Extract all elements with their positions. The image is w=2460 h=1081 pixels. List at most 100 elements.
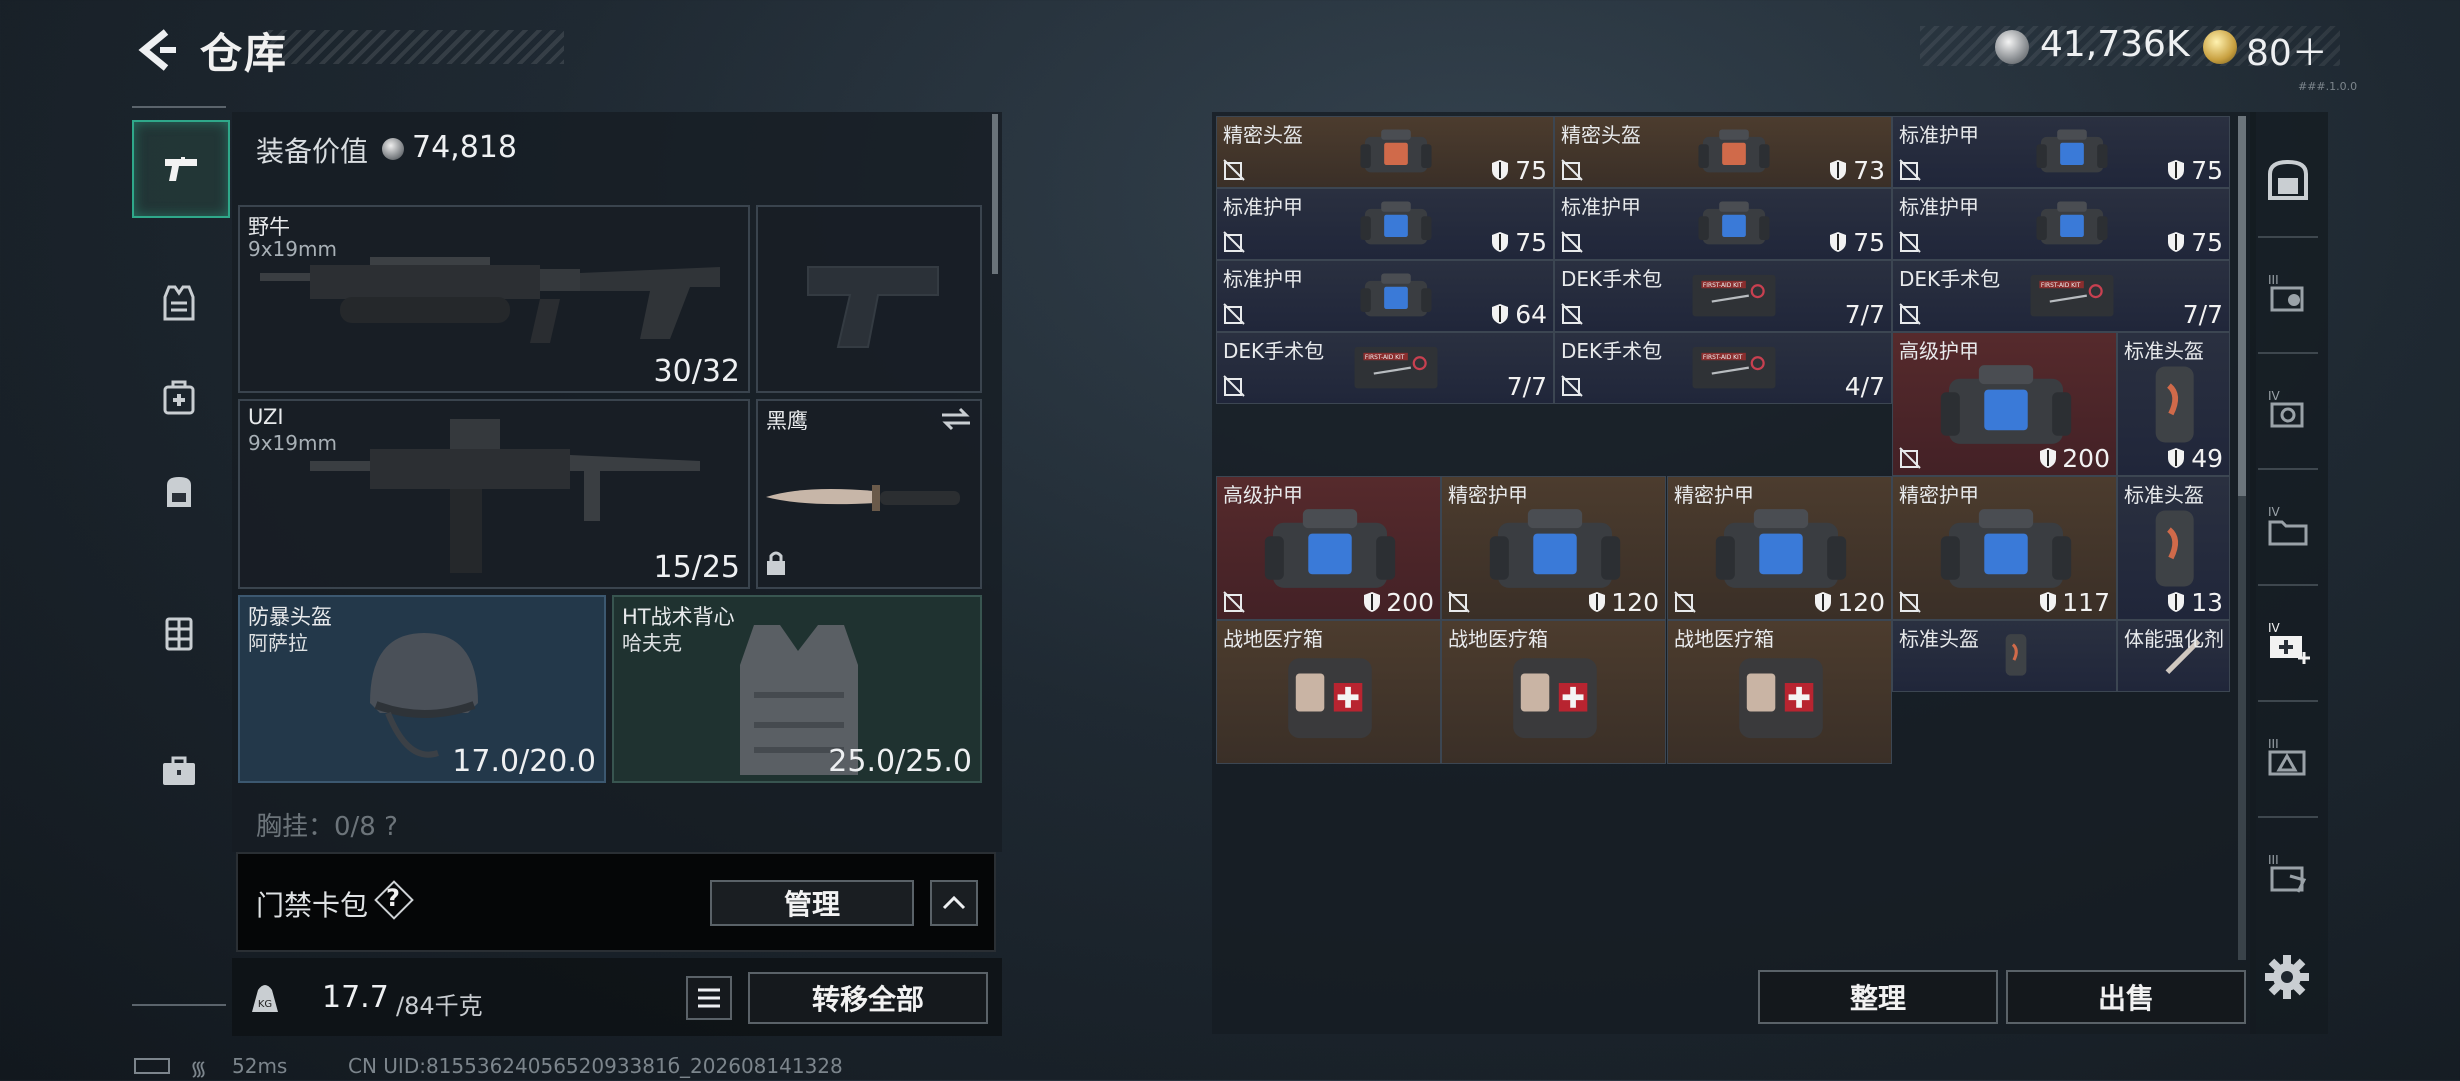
container-iv-icon: IV	[2268, 389, 2304, 428]
svg-text:FIRST-AID KIT: FIRST-AID KIT	[1365, 355, 1405, 361]
svg-text:KG: KG	[258, 999, 272, 1010]
stash-item[interactable]: 精密护甲 120	[1441, 476, 1666, 620]
stash-item[interactable]: 标准护甲 75	[1216, 188, 1554, 260]
stash-item-name: 标准护甲	[1899, 195, 1979, 219]
vest-durability: 25.0/25.0	[828, 744, 972, 779]
stash-item[interactable]: FIRST-AID KIT DEK手术包 4/7	[1554, 332, 1892, 404]
melee-slot[interactable]: 黑鹰	[756, 399, 982, 589]
stash-item[interactable]: FIRST-AID KIT DEK手术包 7/7	[1216, 332, 1554, 404]
tab-container-iv[interactable]: IV	[2252, 362, 2324, 458]
category-weapons[interactable]	[132, 120, 230, 218]
back-arrow-icon[interactable]	[132, 26, 180, 74]
no-drop-icon	[1223, 303, 1245, 325]
stash-item[interactable]: 体能强化剂	[2117, 620, 2230, 692]
ping-text: 52ms	[232, 1054, 288, 1078]
stash-item[interactable]: 战地医疗箱	[1216, 620, 1441, 764]
gold-amount[interactable]: 80＋	[2246, 24, 2328, 76]
category-case[interactable]	[132, 724, 226, 818]
gold-coin-icon	[2203, 30, 2237, 64]
no-drop-icon	[1899, 447, 1921, 469]
stash-item-value: 117	[2062, 588, 2110, 617]
stash-grid[interactable]: 精密头盔 75 精密头盔 73 标准护甲 75 标准护甲 75 标准护甲 75 标准护甲 75 标准护甲…	[1216, 116, 2230, 960]
weapon-ammo-count: 15/25	[653, 550, 740, 585]
stash-item-value: 75	[1515, 156, 1547, 185]
help-icon[interactable]: ?	[386, 884, 400, 912]
settings-gear-icon[interactable]	[2262, 952, 2312, 1002]
tidy-button[interactable]: 整理	[1758, 970, 1998, 1024]
stash-item-value: 75	[1853, 228, 1885, 257]
stash-item-name: DEK手术包	[1561, 339, 1663, 363]
category-armor[interactable]	[132, 256, 226, 350]
sidearm-slot-empty[interactable]	[756, 205, 982, 393]
stash-item[interactable]: 标准头盔 49	[2117, 332, 2230, 476]
stash-item[interactable]: 精密头盔 75	[1216, 116, 1554, 188]
stash-item[interactable]: 标准护甲 75	[1554, 188, 1892, 260]
helmet-slot[interactable]: 防暴头盔 阿萨拉 17.0/20.0	[238, 595, 606, 783]
primary-weapon-slot[interactable]: 野牛 9x19mm 30/32	[238, 205, 750, 393]
stash-item-name: 精密头盔	[1223, 123, 1303, 147]
swap-icon[interactable]	[940, 407, 972, 431]
stash-item-value: 4/7	[1844, 372, 1885, 401]
svg-text:FIRST-AID KIT: FIRST-AID KIT	[2041, 283, 2081, 289]
stash-item[interactable]: 标准头盔	[1892, 620, 2117, 692]
stash-item[interactable]: 标准护甲 75	[1892, 116, 2230, 188]
stash-item[interactable]: 精密头盔 73	[1554, 116, 1892, 188]
loadout-scrollbar[interactable]	[992, 114, 998, 274]
stash-item[interactable]: FIRST-AID KIT DEK手术包 7/7	[1554, 260, 1892, 332]
tab-container-iv-folder[interactable]: IV	[2252, 478, 2324, 574]
helmet-art	[2155, 510, 2194, 587]
armor-bag-art	[1698, 201, 1770, 245]
svg-text:FIRST-AID KIT: FIRST-AID KIT	[1703, 283, 1743, 289]
briefcase-icon	[163, 756, 195, 785]
helmet-name: 阿萨拉	[248, 631, 308, 655]
no-drop-icon	[1899, 303, 1921, 325]
chest-rig-row[interactable]: 胸挂：0/8 ?	[238, 806, 982, 846]
no-drop-icon	[1223, 159, 1245, 181]
stash-item[interactable]: 战地医疗箱	[1667, 620, 1892, 764]
transfer-all-button[interactable]: 转移全部	[748, 972, 988, 1024]
tab-safe-box[interactable]	[2252, 132, 2324, 228]
stash-item[interactable]: 标准护甲 75	[1892, 188, 2230, 260]
secondary-weapon-slot[interactable]: UZI 9x19mm 15/25	[238, 399, 750, 589]
stash-item-name: 标准头盔	[2124, 339, 2204, 363]
armor-bag-art	[2036, 201, 2108, 245]
money-amount[interactable]: 41,736K	[2040, 24, 2190, 65]
category-backpack[interactable]	[132, 444, 226, 538]
stash-item[interactable]: 标准护甲 64	[1216, 260, 1554, 332]
category-column	[132, 106, 230, 1006]
sell-button[interactable]: 出售	[2006, 970, 2246, 1024]
stash-item-name: DEK手术包	[1223, 339, 1325, 363]
rig-icon	[165, 617, 193, 651]
no-drop-icon	[1899, 231, 1921, 253]
tab-container-iii-hand[interactable]: III	[2252, 826, 2324, 922]
stash-item-name: 体能强化剂	[2124, 627, 2224, 651]
stash-item-name: 标准护甲	[1899, 123, 1979, 147]
tab-container-iii[interactable]: III	[2252, 246, 2324, 342]
stash-item[interactable]: FIRST-AID KIT DEK手术包 7/7	[1892, 260, 2230, 332]
silver-coin-icon	[382, 138, 404, 160]
stash-item[interactable]: 战地医疗箱	[1441, 620, 1666, 764]
container-iii-warning-icon: III	[2268, 737, 2306, 776]
list-view-button[interactable]	[686, 976, 732, 1020]
stash-item[interactable]: 高级护甲 200	[1216, 476, 1441, 620]
shield-icon	[1364, 592, 1380, 612]
tab-container-iv-medical[interactable]: IV	[2252, 594, 2324, 690]
stash-item[interactable]: 标准头盔 13	[2117, 476, 2230, 620]
stash-item-name: 精密护甲	[1448, 483, 1528, 507]
tab-divider	[2258, 816, 2318, 818]
manage-button[interactable]: 管理	[710, 880, 914, 926]
no-drop-icon	[1223, 591, 1245, 613]
tab-container-iii-warning[interactable]: III	[2252, 710, 2324, 806]
stash-item[interactable]: 精密护甲 120	[1667, 476, 1892, 620]
stash-item-value: 120	[1611, 588, 1659, 617]
stash-scrollbar-thumb[interactable]	[2238, 116, 2246, 496]
stash-item-value: 75	[2191, 228, 2223, 257]
collapse-button[interactable]	[930, 880, 978, 926]
vest-slot[interactable]: HT战术背心 哈夫克 25.0/25.0	[612, 595, 982, 783]
stash-item-value: 73	[1853, 156, 1885, 185]
svg-text:IV: IV	[2268, 505, 2281, 519]
stash-item[interactable]: 高级护甲 200	[1892, 332, 2117, 476]
category-rig[interactable]	[132, 586, 226, 680]
category-medical[interactable]	[132, 350, 226, 444]
stash-item[interactable]: 精密护甲 117	[1892, 476, 2117, 620]
